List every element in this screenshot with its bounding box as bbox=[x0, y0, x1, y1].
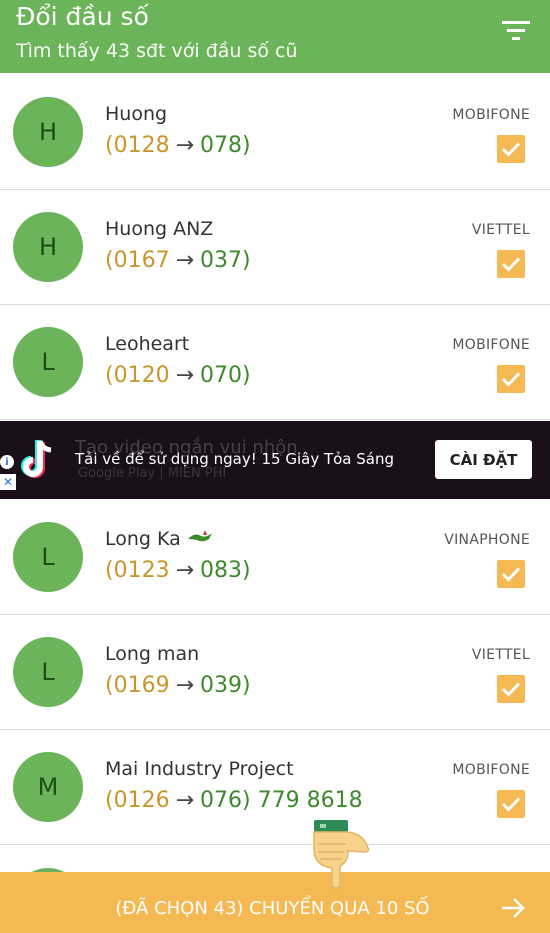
new-prefix: 070) bbox=[200, 363, 251, 388]
contact-name: Mai Industry Project bbox=[105, 758, 294, 780]
ad-background-subtext: Google Play | MIỄN PHÍ bbox=[78, 466, 227, 481]
new-prefix: 078) bbox=[200, 133, 251, 158]
convert-button-label: (ĐÃ CHỌN 43) CHUYỂN QUA 10 SỐ bbox=[115, 898, 430, 919]
carrier-label: MOBIFONE bbox=[452, 337, 530, 353]
arrow-glyph: → bbox=[175, 363, 195, 388]
phone-number: (0123 → 083) bbox=[105, 558, 251, 583]
carrier-label: MOBIFONE bbox=[452, 107, 530, 123]
carrier-label: VIETTEL bbox=[471, 222, 530, 238]
old-prefix: (0167 bbox=[105, 248, 170, 273]
app-header: Đổi đầu số Tìm thấy 43 sđt với đầu số cũ bbox=[0, 0, 550, 73]
convert-button[interactable]: (ĐÃ CHỌN 43) CHUYỂN QUA 10 SỐ bbox=[0, 872, 550, 933]
checkbox-checked-icon[interactable] bbox=[497, 675, 525, 703]
arrow-right-icon[interactable] bbox=[500, 896, 526, 920]
carrier-label: VIETTEL bbox=[471, 647, 530, 663]
contact-row[interactable]: L Long man (0169 → 039) VIETTEL bbox=[0, 615, 550, 730]
old-prefix: (0123 bbox=[105, 558, 170, 583]
filter-icon[interactable] bbox=[502, 18, 530, 42]
contact-row[interactable]: H Huong (0128 → 078) MOBIFONE bbox=[0, 75, 550, 190]
contact-name: Huong bbox=[105, 103, 168, 125]
avatar: L bbox=[13, 327, 83, 397]
phone-number: (0128 → 078) bbox=[105, 133, 251, 158]
avatar: H bbox=[13, 212, 83, 282]
checkbox-checked-icon[interactable] bbox=[497, 250, 525, 278]
contact-row[interactable]: L Long Ka (0123 → 083) VINAPHONE bbox=[0, 500, 550, 615]
old-prefix: (0169 bbox=[105, 673, 170, 698]
avatar: M bbox=[13, 752, 83, 822]
contact-name-text: Long Ka bbox=[105, 528, 181, 550]
arrow-glyph: → bbox=[175, 558, 195, 583]
contact-row[interactable]: H Huong ANZ (0167 → 037) VIETTEL bbox=[0, 190, 550, 305]
checkbox-checked-icon[interactable] bbox=[497, 365, 525, 393]
contact-name: Long Ka bbox=[105, 528, 213, 550]
page-subtitle: Tìm thấy 43 sđt với đầu số cũ bbox=[16, 40, 298, 62]
avatar: H bbox=[13, 97, 83, 167]
old-prefix: (0120 bbox=[105, 363, 170, 388]
checkbox-checked-icon[interactable] bbox=[497, 560, 525, 588]
arrow-glyph: → bbox=[175, 248, 195, 273]
ad-close-icon[interactable]: ✕ bbox=[0, 474, 16, 490]
carrier-label: VINAPHONE bbox=[444, 532, 530, 548]
install-button[interactable]: CÀI ĐẶT bbox=[435, 440, 532, 479]
dragon-emoji-icon bbox=[187, 530, 212, 542]
ad-text: Tải về để sử dụng ngay! 15 Giây Tỏa Sáng bbox=[75, 450, 394, 468]
checkbox-checked-icon[interactable] bbox=[497, 790, 525, 818]
contact-row[interactable]: M Mai Industry Project (0126 → 076) 779 86… bbox=[0, 730, 550, 845]
number-rest: 779 8618 bbox=[250, 788, 363, 813]
phone-number: (0167 → 037) bbox=[105, 248, 251, 273]
phone-number: (0169 → 039) bbox=[105, 673, 251, 698]
page-title: Đổi đầu số bbox=[16, 2, 149, 31]
new-prefix: 039) bbox=[200, 673, 251, 698]
arrow-glyph: → bbox=[175, 133, 195, 158]
phone-number: (0120 → 070) bbox=[105, 363, 251, 388]
new-prefix: 076) bbox=[200, 788, 251, 813]
arrow-glyph: → bbox=[175, 788, 195, 813]
old-prefix: (0126 bbox=[105, 788, 170, 813]
arrow-glyph: → bbox=[175, 673, 195, 698]
new-prefix: 037) bbox=[200, 248, 251, 273]
avatar: L bbox=[13, 637, 83, 707]
contact-row[interactable]: L Leoheart (0120 → 070) MOBIFONE bbox=[0, 305, 550, 420]
avatar: L bbox=[13, 522, 83, 592]
contact-name: Leoheart bbox=[105, 333, 190, 355]
contact-name: Long man bbox=[105, 643, 200, 665]
phone-number: (0126 → 076) 779 8618 bbox=[105, 788, 363, 813]
checkbox-checked-icon[interactable] bbox=[497, 135, 525, 163]
ad-banner[interactable]: Tạo video ngắn vui nhộn Google Play | MI… bbox=[0, 421, 550, 499]
old-prefix: (0128 bbox=[105, 133, 170, 158]
new-prefix: 083) bbox=[200, 558, 251, 583]
pointing-hand-icon bbox=[313, 820, 370, 889]
tiktok-logo-icon bbox=[21, 440, 52, 478]
ad-info-icon[interactable]: i bbox=[0, 455, 14, 469]
carrier-label: MOBIFONE bbox=[452, 762, 530, 778]
contact-name: Huong ANZ bbox=[105, 218, 214, 240]
